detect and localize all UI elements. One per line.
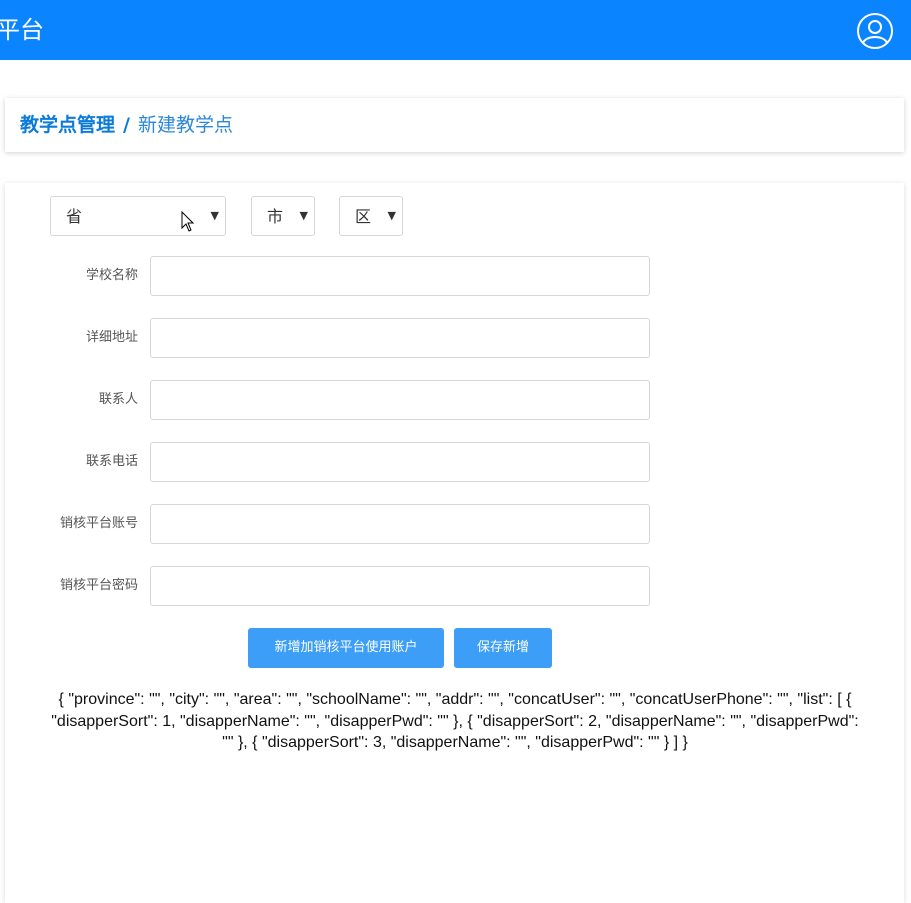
- phone-input[interactable]: [150, 442, 650, 482]
- address-label: 详细地址: [85, 330, 138, 345]
- school-name-input[interactable]: [150, 256, 650, 296]
- form-card: 省 ▼ 市 ▼ 区 ▼ 学校名称 详细地址 联系人 联系电话 销核平台账号 销核…: [5, 183, 904, 903]
- save-button[interactable]: 保存新增: [454, 628, 552, 668]
- contact-label: 联系人: [98, 392, 138, 407]
- app-title: 平台: [0, 16, 44, 44]
- area-select[interactable]: 区 ▼: [339, 196, 403, 236]
- area-select-value: 区: [355, 207, 372, 226]
- form-row-phone: 联系电话: [5, 442, 665, 482]
- phone-label: 联系电话: [85, 454, 138, 469]
- school-name-label: 学校名称: [85, 268, 138, 283]
- mouse-cursor-icon: [181, 210, 195, 233]
- contact-input[interactable]: [150, 380, 650, 420]
- add-account-button[interactable]: 新增加销核平台使用账户: [248, 628, 444, 668]
- form-row-account: 销核平台账号: [5, 504, 665, 544]
- account-input[interactable]: [150, 504, 650, 544]
- top-bar: 平台: [0, 0, 911, 60]
- breadcrumb-current: 新建教学点: [137, 114, 233, 136]
- account-label: 销核平台账号: [59, 516, 138, 531]
- province-select-value: 省: [66, 207, 83, 226]
- caret-down-icon: ▼: [299, 209, 308, 222]
- breadcrumb-root-link[interactable]: 教学点管理: [20, 114, 115, 136]
- password-input[interactable]: [150, 566, 650, 606]
- form-row-address: 详细地址: [5, 318, 665, 358]
- address-input[interactable]: [150, 318, 650, 358]
- breadcrumb-card: 教学点管理 / 新建教学点: [5, 98, 904, 152]
- password-label: 销核平台密码: [59, 578, 138, 593]
- user-avatar-icon[interactable]: [856, 12, 894, 50]
- city-select[interactable]: 市 ▼: [251, 196, 315, 236]
- breadcrumb-separator: /: [123, 114, 130, 136]
- form-state-json: { "province": "", "city": "", "area": ""…: [51, 691, 859, 751]
- breadcrumb: 教学点管理 / 新建教学点: [20, 112, 233, 138]
- caret-down-icon: ▼: [387, 209, 396, 222]
- form-row-password: 销核平台密码: [5, 566, 665, 606]
- form-row-contact: 联系人: [5, 380, 665, 420]
- caret-down-icon: ▼: [210, 209, 219, 222]
- province-select[interactable]: 省 ▼: [50, 196, 226, 236]
- city-select-value: 市: [267, 207, 284, 226]
- form-row-school-name: 学校名称: [5, 256, 665, 296]
